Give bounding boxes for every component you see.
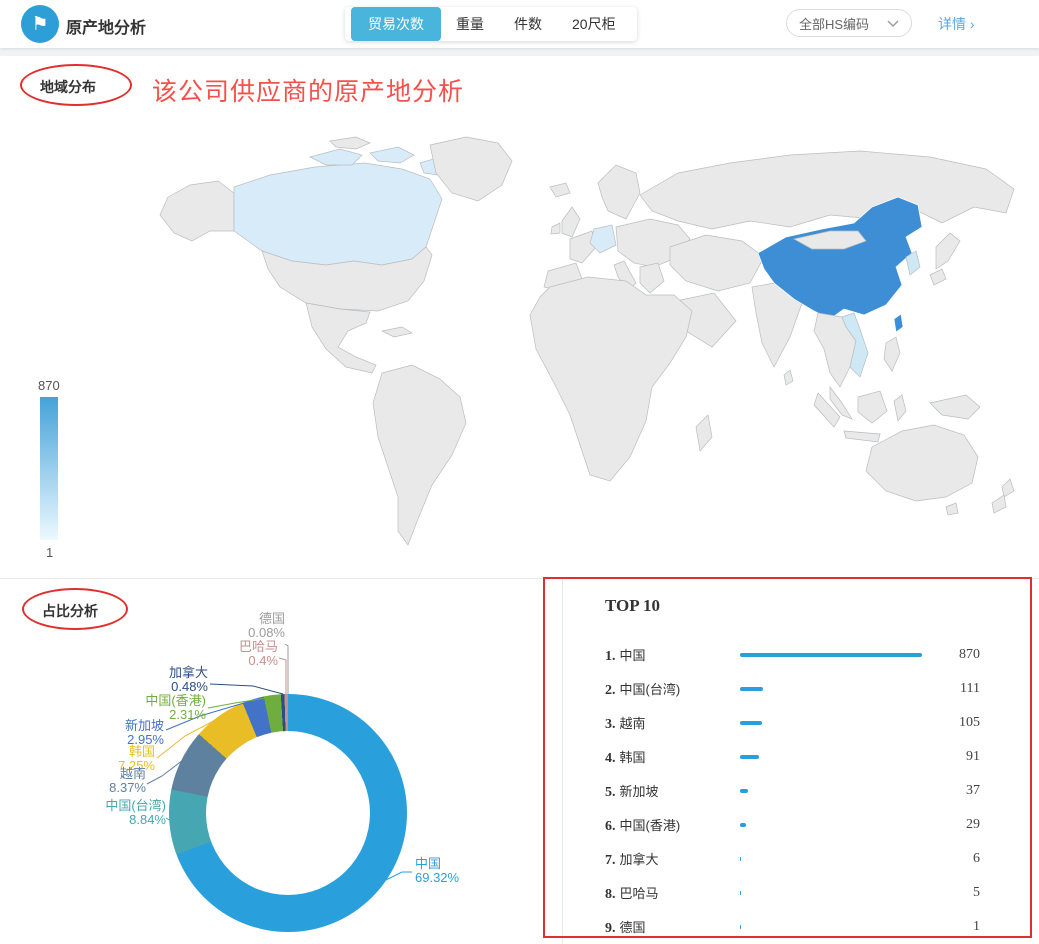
bar [740,789,748,793]
donut-label-canada: 加拿大0.48% [169,666,208,694]
flag-icon: ⚑ [21,5,59,43]
detail-link[interactable]: 详情 › [938,14,975,34]
origin-share-donut-chart[interactable] [169,694,407,932]
bar [740,653,922,657]
chevron-right-icon: › [970,16,975,32]
map-country-australia [866,425,978,501]
world-map-chart[interactable] [130,135,1035,565]
table-row: 7.加拿大 6 [605,842,980,876]
map-country-japan [936,233,960,269]
panel-divider [562,579,563,944]
bar [740,755,759,759]
map-island-sulawesi [894,395,906,421]
table-row: 8.巴哈马 5 [605,876,980,910]
bar [740,823,746,827]
map-island-new-guinea [930,395,980,419]
table-row: 9.德国 1 [605,910,980,944]
donut-label-china: 中国69.32% [415,857,459,885]
map-country-uk [562,207,580,237]
table-row: 5.新加坡 37 [605,774,980,808]
chevron-down-icon [887,16,899,31]
top10-rows: 1.中国 870 2.中国(台湾) 111 3.越南 105 4.韩国 91 5… [605,638,980,944]
map-country-iceland [550,183,570,197]
bar [740,721,762,725]
bar [740,891,741,895]
map-country-new-zealand-south [992,495,1006,513]
map-island-borneo [858,391,887,423]
map-island-tasmania [946,503,958,515]
hs-code-dropdown-value: 全部HS编码 [799,14,869,33]
map-region-central-asia [670,235,764,291]
donut-label-germany: 德国0.08% [248,612,285,640]
hs-code-dropdown[interactable]: 全部HS编码 [786,9,912,37]
header-divider [0,48,1039,56]
region-distribution-badge: 地域分布 [40,77,96,97]
map-country-canada [234,163,442,265]
table-row: 2.中国(台湾) 111 [605,672,980,706]
page-title: 原产地分析 [66,14,146,38]
map-country-alaska [160,181,234,241]
header-bar: ⚑ 原产地分析 贸易次数 重量 件数 20尺柜 全部HS编码 详情 › [0,0,1039,48]
map-country-philippines [884,337,900,371]
map-country-madagascar [696,415,712,451]
table-row: 3.越南 105 [605,706,980,740]
world-map [130,135,1035,565]
table-row: 1.中国 870 [605,638,980,672]
bar [740,687,763,691]
map-continent-south-america [373,365,466,545]
red-annotation-text: 该公司供应商的原产地分析 [152,72,464,108]
donut-label-taiwan: 中国(台湾)8.84% [105,799,166,827]
map-country-new-zealand-north [1002,479,1014,497]
share-analysis-badge: 占比分析 [42,601,98,621]
origin-analysis-page: ⚑ 原产地分析 贸易次数 重量 件数 20尺柜 全部HS编码 详情 › 地域分布… [0,0,1039,944]
donut-label-bahamas: 巴哈马0.4% [239,640,278,668]
map-island-canada-2 [370,147,414,163]
tab-weight[interactable]: 重量 [441,7,499,41]
map-island-canada-1 [310,149,362,165]
map-country-russia [640,151,1014,229]
section-divider [0,578,1039,579]
tab-trade-count[interactable]: 贸易次数 [351,7,441,41]
map-continent-africa [530,277,692,481]
legend-max-value: 870 [38,378,60,393]
top10-title: TOP 10 [605,596,980,616]
top10-panel: TOP 10 1.中国 870 2.中国(台湾) 111 3.越南 105 4.… [605,596,980,944]
tab-piece-count[interactable]: 件数 [499,7,557,41]
legend-min-value: 1 [46,545,53,560]
map-country-greenland [430,137,512,201]
metric-tabbar: 贸易次数 重量 件数 20尺柜 [345,7,637,41]
tab-20ft-container[interactable]: 20尺柜 [557,7,631,41]
table-row: 6.中国(香港) 29 [605,808,980,842]
map-country-mexico [306,303,376,373]
color-scale-legend [40,397,58,540]
bar [740,857,741,861]
map-region-balkans [640,263,664,293]
map-country-taiwan [894,314,903,332]
map-country-ireland [551,223,560,234]
map-country-cuba [382,327,412,337]
donut-label-vietnam: 越南8.37% [109,767,146,795]
map-country-japan-south [930,269,946,285]
map-islands-arctic [330,137,370,149]
donut-label-singapore: 新加坡2.95% [125,719,164,747]
map-country-sri-lanka [784,370,793,385]
map-region-scandinavia [598,165,640,219]
map-island-java [844,431,880,442]
table-row: 4.韩国 91 [605,740,980,774]
